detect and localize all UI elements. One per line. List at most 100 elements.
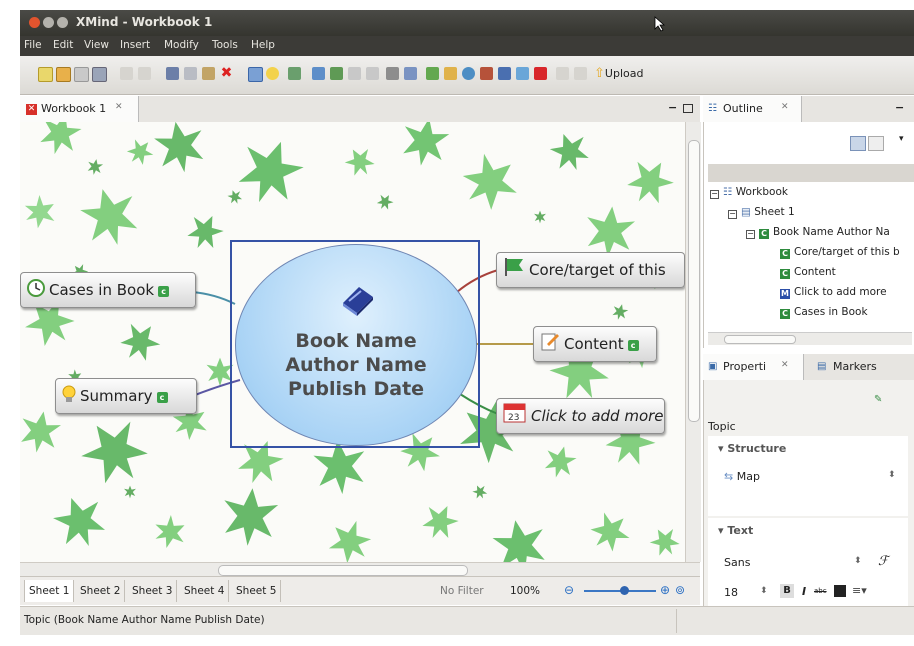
stop-icon[interactable] — [534, 67, 547, 80]
subtopic-icon[interactable] — [288, 67, 301, 80]
sheet-tab-5[interactable]: Sheet 5 — [232, 580, 282, 602]
outline-menu-chevron-icon[interactable]: ▾ — [899, 134, 904, 144]
redo-icon[interactable] — [138, 67, 151, 80]
collapse-icon[interactable]: − — [710, 190, 719, 199]
undo-icon[interactable] — [120, 67, 133, 80]
chart-icon[interactable] — [516, 67, 529, 80]
central-topic-selection[interactable]: Book Name Author Name Publish Date — [230, 240, 480, 448]
outline-horizontal-scrollbar[interactable] — [708, 332, 912, 345]
menu-help[interactable]: Help — [251, 39, 275, 51]
font-select-arrows-icon[interactable]: ⬍ — [854, 556, 862, 566]
close-outline-tab-icon[interactable]: ✕ — [781, 102, 789, 112]
sheet-tab-2[interactable]: Sheet 2 — [76, 580, 126, 602]
text-color-swatch[interactable] — [834, 585, 846, 597]
zoom-out-icon[interactable]: ⊖ — [564, 583, 574, 597]
topic-content[interactable]: Content c — [533, 326, 657, 362]
zoom-slider-knob[interactable] — [619, 586, 629, 595]
cut-icon[interactable] — [166, 67, 179, 80]
structure-section-head[interactable]: ▾ Structure — [718, 442, 786, 455]
copy-icon[interactable] — [184, 67, 197, 80]
menu-edit[interactable]: Edit — [53, 39, 73, 51]
outline-item-sheet[interactable]: − ▤ Sheet 1 — [728, 202, 795, 222]
outline-item-content[interactable]: C Content — [780, 262, 836, 282]
menu-insert[interactable]: Insert — [120, 39, 150, 51]
menu-modify[interactable]: Modify — [164, 39, 199, 51]
hyperlink-icon[interactable] — [462, 67, 475, 80]
minimize-view-icon[interactable]: − — [668, 101, 677, 114]
menu-file[interactable]: File — [24, 39, 42, 51]
outline-scroll-thumb[interactable] — [724, 335, 796, 344]
filter-status[interactable]: No Filter — [440, 585, 484, 597]
topic-summary[interactable]: Summary c — [55, 378, 197, 414]
structure-select-arrows-icon[interactable]: ⬍ — [888, 470, 896, 480]
outline-toggle-map-icon[interactable] — [850, 136, 866, 151]
paste-icon[interactable] — [202, 67, 215, 80]
new-icon[interactable] — [38, 67, 53, 82]
save-icon[interactable] — [74, 67, 89, 82]
note-icon[interactable] — [444, 67, 457, 80]
mind-map-canvas[interactable]: Book Name Author Name Publish Date Cases… — [20, 122, 685, 562]
topic-cases-in-book[interactable]: Cases in Book c — [20, 272, 196, 308]
outline-toggle-list-icon[interactable] — [868, 136, 884, 151]
drill-down-icon[interactable] — [556, 67, 569, 80]
font-select[interactable]: Sans — [724, 556, 750, 569]
tab-properties[interactable]: ▣ Properti ✕ — [703, 354, 804, 380]
minimize-window-button[interactable] — [43, 17, 54, 28]
sheet-tab-4[interactable]: Sheet 4 — [180, 580, 230, 602]
label-icon[interactable] — [426, 67, 439, 80]
boundary-icon[interactable] — [330, 67, 343, 80]
collapse-icon[interactable]: − — [728, 210, 737, 219]
close-window-button[interactable] — [29, 17, 40, 28]
menu-tools[interactable]: Tools — [212, 39, 238, 51]
relationship-icon[interactable] — [312, 67, 325, 80]
italic-button[interactable]: I — [802, 585, 806, 598]
sheet-tab-3[interactable]: Sheet 3 — [128, 580, 178, 602]
font-size-select[interactable]: 18 — [724, 586, 738, 599]
tab-markers[interactable]: ▤ Markers — [817, 354, 903, 380]
properties-action-icon[interactable]: ✎ — [874, 394, 882, 405]
vertical-scroll-thumb[interactable] — [688, 140, 700, 422]
delete-icon[interactable]: ✖ — [220, 66, 233, 80]
minimize-outline-icon[interactable]: − — [895, 101, 904, 114]
central-topic[interactable]: Book Name Author Name Publish Date — [235, 244, 477, 446]
structure-select[interactable]: ⇆ Map — [724, 470, 760, 483]
outline-item-workbook[interactable]: − ☷ Workbook — [710, 182, 788, 202]
collapse-icon[interactable]: − — [746, 230, 755, 239]
topic-core-target[interactable]: Core/target of this — [496, 252, 685, 288]
tab-outline[interactable]: ☷ Outline ✕ — [703, 96, 802, 122]
maximize-window-button[interactable] — [57, 17, 68, 28]
close-tab-icon[interactable]: ✕ — [115, 102, 123, 112]
topic-icon[interactable] — [248, 67, 263, 82]
bold-button[interactable]: B — [780, 584, 794, 598]
zoom-fit-icon[interactable]: ⊚ — [675, 583, 685, 597]
font-size-arrows-icon[interactable]: ⬍ — [760, 586, 768, 596]
attachment-icon[interactable] — [386, 67, 399, 80]
outline-item-cases[interactable]: C Cases in Book — [780, 302, 868, 322]
zoom-slider-track[interactable] — [584, 586, 656, 595]
outline-item-core[interactable]: C Core/target of this b — [780, 242, 900, 262]
open-icon[interactable] — [56, 67, 71, 82]
image-icon[interactable] — [404, 67, 417, 80]
print-icon[interactable] — [92, 67, 107, 82]
text-section-head[interactable]: ▾ Text — [718, 524, 753, 537]
upload-button[interactable]: ⇧Upload — [594, 65, 643, 83]
sheet-tab-1[interactable]: Sheet 1 — [24, 580, 75, 602]
canvas-horizontal-scrollbar[interactable] — [20, 562, 700, 577]
marker-icon[interactable] — [480, 67, 493, 80]
font-chooser-icon[interactable]: ℱ — [878, 554, 888, 569]
horizontal-scroll-thumb[interactable] — [218, 565, 468, 576]
idea-icon[interactable] — [266, 67, 279, 80]
drill-up-icon[interactable] — [574, 67, 587, 80]
zoom-in-icon[interactable]: ⊕ — [660, 583, 670, 597]
text-align-icon[interactable]: ≡▾ — [852, 584, 867, 597]
maximize-view-icon[interactable] — [683, 104, 693, 113]
outline-item-central[interactable]: − C Book Name Author Na — [746, 222, 890, 242]
summary-tool-icon[interactable] — [348, 67, 361, 80]
callout-icon[interactable] — [366, 67, 379, 80]
close-properties-tab-icon[interactable]: ✕ — [781, 360, 789, 370]
list-icon[interactable] — [498, 67, 511, 80]
tab-workbook[interactable]: ✕ Workbook 1 ✕ — [20, 96, 139, 122]
outline-item-click[interactable]: M Click to add more — [780, 282, 887, 302]
topic-click-to-add-more[interactable]: 23 Click to add more — [496, 398, 665, 434]
canvas-vertical-scrollbar[interactable] — [685, 122, 701, 562]
